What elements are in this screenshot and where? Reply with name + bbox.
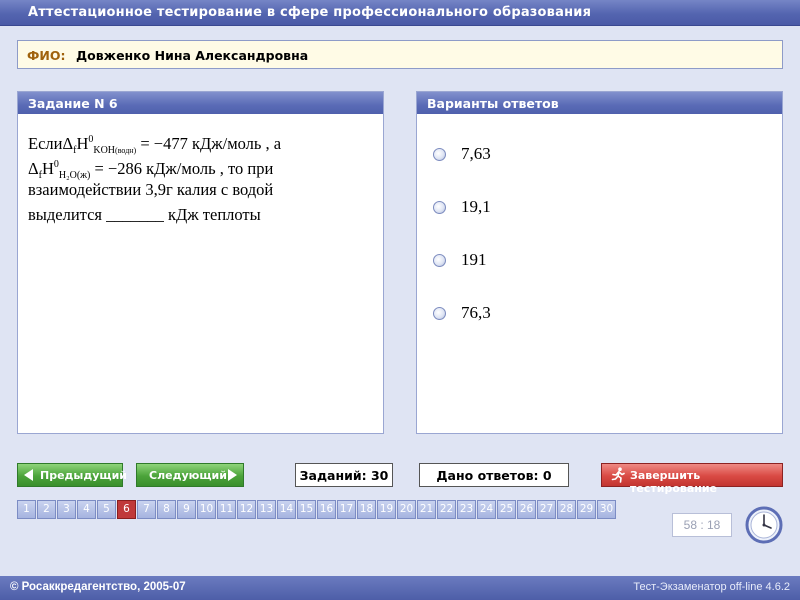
copyright-text: © Росаккредагентство, 2005-07 (10, 581, 186, 593)
question-number-14[interactable]: 14 (277, 500, 296, 519)
question-number-12[interactable]: 12 (237, 500, 256, 519)
running-man-icon (611, 467, 625, 483)
answers-panel-title: Варианты ответов (417, 92, 782, 114)
tasks-count: Заданий: 30 (295, 463, 393, 487)
question-number-30[interactable]: 30 (597, 500, 616, 519)
question-number-16[interactable]: 16 (317, 500, 336, 519)
question-number-10[interactable]: 10 (197, 500, 216, 519)
answer-option-label[interactable]: 7,63 (461, 144, 491, 164)
radio-unchecked-icon[interactable] (433, 254, 446, 267)
question-number-9[interactable]: 9 (177, 500, 196, 519)
radio-unchecked-icon[interactable] (433, 201, 446, 214)
answered-count: Дано ответов: 0 (419, 463, 569, 487)
question-number-8[interactable]: 8 (157, 500, 176, 519)
question-number-20[interactable]: 20 (397, 500, 416, 519)
fio-value: Довженко Нина Александровна (76, 48, 309, 63)
question-number-28[interactable]: 28 (557, 500, 576, 519)
question-number-19[interactable]: 19 (377, 500, 396, 519)
question-line-4: выделится _______ кДж теплоты (28, 205, 261, 224)
question-number-21[interactable]: 21 (417, 500, 436, 519)
arrow-right-icon (228, 469, 237, 481)
next-button[interactable]: Следующий (136, 463, 244, 487)
task-panel: Задание N 6 ЕслиΔfH0KOH(водн) = −477 кДж… (17, 91, 384, 434)
question-number-18[interactable]: 18 (357, 500, 376, 519)
question-line-1: ЕслиΔfH0KOH(водн) = −477 кДж/моль , а (28, 134, 282, 156)
title-bar: Аттестационное тестирование в сфере проф… (0, 0, 800, 26)
question-number-4[interactable]: 4 (77, 500, 96, 519)
question-number-1[interactable]: 1 (17, 500, 36, 519)
question-number-22[interactable]: 22 (437, 500, 456, 519)
question-line-3: взаимодействии 3,9г калия с водой (28, 180, 274, 199)
radio-unchecked-icon[interactable] (433, 307, 446, 320)
question-number-24[interactable]: 24 (477, 500, 496, 519)
question-number-26[interactable]: 26 (517, 500, 536, 519)
radio-unchecked-icon[interactable] (433, 148, 446, 161)
question-number-3[interactable]: 3 (57, 500, 76, 519)
finish-test-button[interactable]: Завершить тестирование (601, 463, 783, 495)
question-number-29[interactable]: 29 (577, 500, 596, 519)
footer: © Росаккредагентство, 2005-07 Тест-Экзам… (0, 576, 800, 600)
task-panel-title: Задание N 6 (18, 92, 383, 114)
question-number-27[interactable]: 27 (537, 500, 556, 519)
clock-icon (745, 506, 783, 544)
question-number-15[interactable]: 15 (297, 500, 316, 519)
answer-option-label[interactable]: 76,3 (461, 303, 491, 323)
question-number-5[interactable]: 5 (97, 500, 116, 519)
fio-label: ФИО: (27, 48, 66, 63)
question-number-2[interactable]: 2 (37, 500, 56, 519)
question-number-7[interactable]: 7 (137, 500, 156, 519)
question-number-11[interactable]: 11 (217, 500, 236, 519)
previous-button[interactable]: Предыдущий (17, 463, 127, 487)
question-number-17[interactable]: 17 (337, 500, 356, 519)
version-text: Тест-Экзаменатор off-line 4.6.2 (633, 581, 790, 593)
window-title: Аттестационное тестирование в сфере проф… (28, 5, 592, 20)
answer-option-label[interactable]: 19,1 (461, 197, 491, 217)
arrow-left-icon (24, 469, 33, 481)
question-number-25[interactable]: 25 (497, 500, 516, 519)
question-number-13[interactable]: 13 (257, 500, 276, 519)
answer-option-label[interactable]: 191 (461, 250, 487, 270)
answers-panel: Варианты ответов 7,63 19,1 191 76,3 (416, 91, 783, 434)
fio-box: ФИО: Довженко Нина Александровна (17, 40, 783, 69)
timer-display: 58 : 18 (672, 513, 732, 537)
question-number-23[interactable]: 23 (457, 500, 476, 519)
question-line-2: ΔfH0H₂O(ж) = −286 кДж/моль , то при (28, 159, 274, 181)
question-number-6[interactable]: 6 (117, 500, 136, 519)
question-text: ЕслиΔfH0KOH(водн) = −477 кДж/моль , а Δf… (28, 128, 378, 228)
